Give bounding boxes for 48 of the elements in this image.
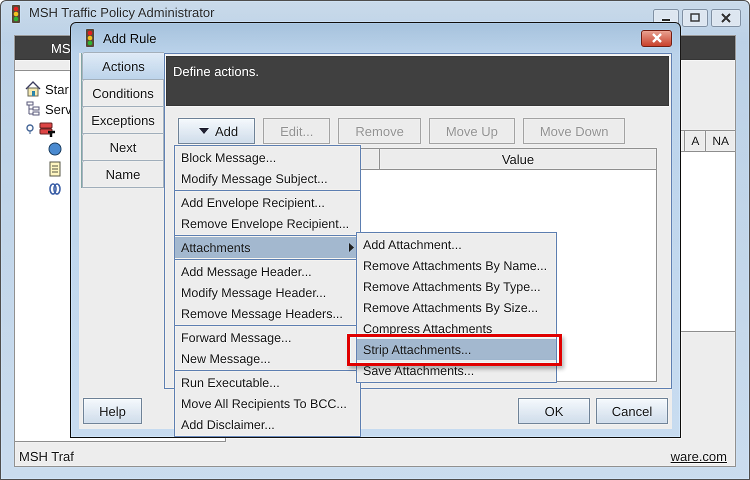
menu-item[interactable]: Forward Message... xyxy=(175,327,360,348)
document-icon xyxy=(47,161,63,177)
tab[interactable]: Actions xyxy=(82,52,164,80)
menu-item[interactable]: Remove Attachments By Name... xyxy=(357,255,556,276)
menu-item[interactable]: Add Message Header... xyxy=(175,261,360,282)
menu-item[interactable]: Modify Message Header... xyxy=(175,282,360,303)
tab[interactable]: Name xyxy=(82,160,164,188)
traffic-light-icon xyxy=(9,5,23,23)
header-title: MS xyxy=(51,40,70,56)
help-button[interactable]: Help xyxy=(83,398,142,424)
add-button[interactable]: Add xyxy=(178,118,256,144)
close-button[interactable] xyxy=(641,30,672,46)
column-header[interactable]: Value xyxy=(380,149,656,169)
menu-item[interactable]: Remove Attachments By Type... xyxy=(357,276,556,297)
website-link[interactable]: ware.com xyxy=(670,448,727,464)
hierarchy-icon xyxy=(25,101,41,117)
menu-item[interactable]: Add Envelope Recipient... xyxy=(175,192,360,213)
menu-item[interactable]: Remove Attachments By Size... xyxy=(357,297,556,318)
column-header[interactable]: A xyxy=(684,131,706,151)
tree-item[interactable]: Star xyxy=(45,82,69,96)
close-icon xyxy=(650,33,662,43)
dialog-title: Add Rule xyxy=(103,30,158,46)
tab[interactable]: Next xyxy=(82,133,164,161)
close-icon xyxy=(711,9,741,27)
chain-icon xyxy=(47,181,63,197)
banner-text: Define actions. xyxy=(173,64,259,79)
menu-item[interactable]: Add Attachment... xyxy=(357,234,556,255)
menu-item[interactable]: Remove Message Headers... xyxy=(175,303,360,324)
caret-icon xyxy=(199,128,209,134)
menu-item[interactable]: Modify Message Subject... xyxy=(175,168,360,189)
menu-item[interactable]: Remove Envelope Recipient... xyxy=(175,213,360,234)
house-icon xyxy=(25,81,41,97)
menu-item[interactable]: Run Executable... xyxy=(175,372,360,393)
menu-item[interactable]: Move All Recipients To BCC... xyxy=(175,393,360,414)
menu-item[interactable]: Block Message... xyxy=(175,147,360,168)
maximize-icon xyxy=(682,9,708,27)
menu-item[interactable]: Add Disclaimer... xyxy=(175,414,360,435)
traffic-light-icon xyxy=(83,29,97,47)
tab[interactable]: Conditions xyxy=(82,79,164,107)
menu-item[interactable]: Strip Attachments... xyxy=(357,339,556,360)
tree-handle-icon xyxy=(25,124,35,134)
tab[interactable]: Exceptions xyxy=(82,106,164,134)
menu-item[interactable]: New Message... xyxy=(175,348,360,369)
ok-button[interactable]: OK xyxy=(518,398,590,424)
status-text: MSH Traf xyxy=(19,448,74,464)
column-header[interactable]: NA xyxy=(705,131,735,151)
window-title: MSH Traffic Policy Administrator xyxy=(29,5,216,20)
cancel-button[interactable]: Cancel xyxy=(596,398,668,424)
